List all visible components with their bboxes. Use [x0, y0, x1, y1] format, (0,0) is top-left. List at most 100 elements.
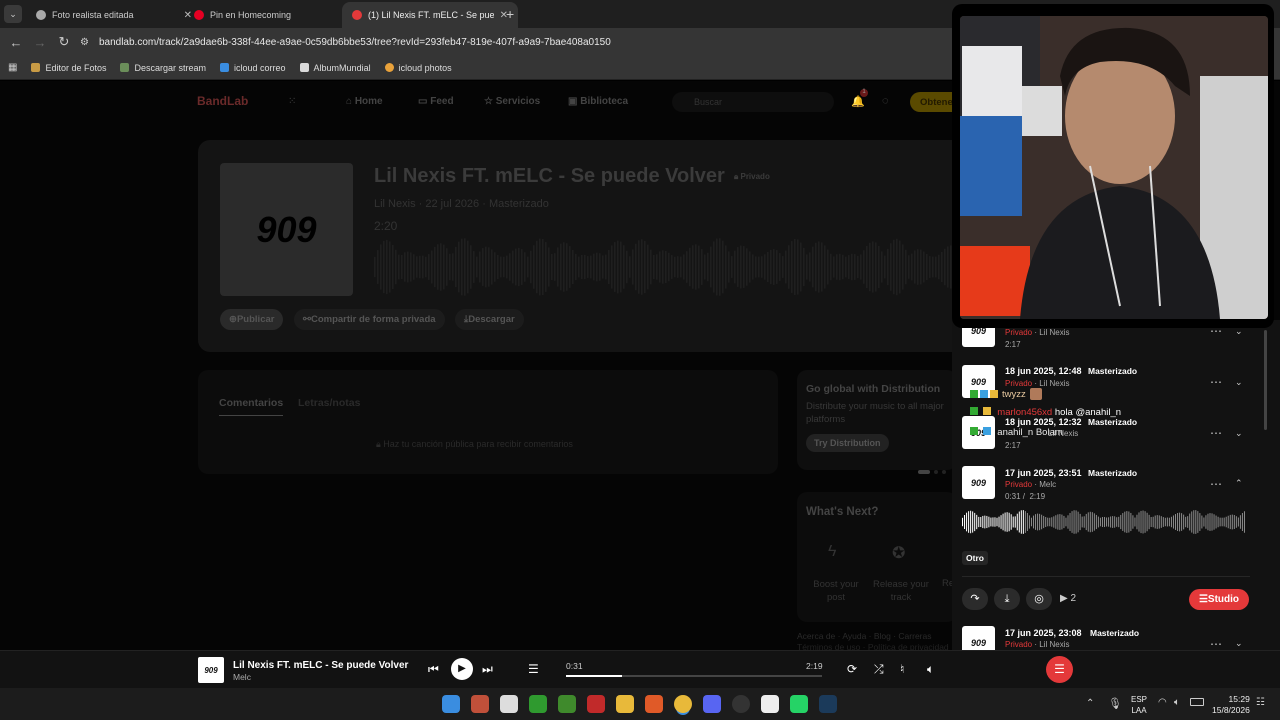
- carousel-dots[interactable]: [918, 470, 954, 474]
- new-tab-button[interactable]: +: [506, 6, 514, 22]
- file-explorer-icon[interactable]: [616, 695, 634, 713]
- notifications-center-icon[interactable]: ☷: [1256, 697, 1265, 708]
- share-private-button[interactable]: ⚯ Compartir de forma privada: [294, 309, 445, 330]
- download-version-button[interactable]: ⤓: [994, 588, 1020, 610]
- bookmark-2[interactable]: icloud correo: [220, 63, 286, 73]
- nav-feed[interactable]: ▭ Feed: [418, 96, 454, 107]
- site-info-icon[interactable]: ⚙: [80, 37, 89, 48]
- version-waveform[interactable]: [962, 510, 1246, 534]
- more-options-icon[interactable]: ⋯: [1210, 375, 1223, 389]
- nav-biblioteca[interactable]: ▣ Biblioteca: [568, 96, 628, 107]
- whats-next-item-0[interactable]: Boost your post: [810, 578, 862, 604]
- chevron-down-icon[interactable]: ⌄: [1235, 428, 1243, 439]
- publish-button[interactable]: ⊕ Publicar: [220, 309, 284, 330]
- brave-icon[interactable]: [645, 695, 663, 713]
- waveform-bar: [707, 252, 709, 282]
- tab-list-button[interactable]: ⌄: [4, 5, 22, 23]
- seek-bar[interactable]: [566, 675, 822, 677]
- back-icon[interactable]: ←: [4, 35, 28, 50]
- shuffle-icon[interactable]: ⤮: [874, 662, 884, 677]
- chevron-down-icon[interactable]: ⌄: [1235, 377, 1243, 388]
- bookmark-3[interactable]: AlbumMundial: [299, 63, 371, 73]
- more-options-icon[interactable]: ⋯: [1210, 637, 1223, 651]
- wifi-icon[interactable]: ◠: [1158, 697, 1167, 708]
- obs-icon[interactable]: [732, 695, 750, 713]
- xbox-icon[interactable]: [529, 695, 547, 713]
- bandlab-logo[interactable]: BandLab: [197, 94, 248, 108]
- try-distribution-button[interactable]: Try Distribution: [806, 434, 889, 452]
- waveform-bar: [994, 517, 996, 527]
- player-thumb[interactable]: 909: [198, 657, 224, 683]
- version-thumb[interactable]: 909: [962, 466, 995, 499]
- clock[interactable]: 15:29 15/8/2026: [1212, 694, 1250, 716]
- next-icon[interactable]: ⏭: [482, 662, 493, 677]
- footer-links-2[interactable]: Términos de uso · Política de privacidad: [797, 642, 952, 650]
- browser-tab-0[interactable]: Foto realista editada ✕: [26, 2, 202, 28]
- dot: [918, 470, 930, 474]
- whats-next-item-1[interactable]: Release your track: [870, 578, 932, 604]
- browser-tab-2[interactable]: (1) Lil Nexis FT. mELC - Se pued ✕: [342, 2, 518, 28]
- discord-icon[interactable]: [703, 695, 721, 713]
- play-pause-button[interactable]: ▶: [451, 658, 473, 680]
- windows-start-icon[interactable]: [442, 695, 460, 713]
- whatsapp-icon[interactable]: [790, 695, 808, 713]
- waveform-bar: [638, 240, 640, 294]
- player-title[interactable]: Lil Nexis FT. mELC - Se puede Volver: [233, 660, 408, 671]
- bookmark-4[interactable]: icloud photos: [384, 63, 452, 73]
- forward-icon[interactable]: →: [28, 35, 52, 50]
- tray-chevron-icon[interactable]: ⌃: [1086, 698, 1094, 709]
- queue-icon[interactable]: ☰: [528, 662, 539, 676]
- microphone-icon[interactable]: 🎙︎: [1108, 697, 1122, 710]
- track-waveform[interactable]: [374, 238, 974, 296]
- waveform-bar: [752, 254, 754, 280]
- previous-icon[interactable]: ⏮: [428, 662, 439, 677]
- apps-icon[interactable]: [471, 695, 489, 713]
- search-input[interactable]: Buscar: [672, 92, 834, 112]
- battery-icon[interactable]: [1190, 698, 1204, 706]
- panel-scrollbar[interactable]: [1264, 330, 1267, 430]
- chevron-down-icon[interactable]: ⌄: [1235, 638, 1243, 649]
- nav-home[interactable]: ⌂ Home: [346, 96, 383, 107]
- waveform-bar: [650, 249, 652, 285]
- language-indicator[interactable]: ESP LAA: [1131, 694, 1147, 716]
- repeat-icon[interactable]: ⟳: [847, 662, 857, 676]
- nav-servicios[interactable]: ☆ Servicios: [484, 96, 540, 107]
- apps-icon[interactable]: ▦: [8, 62, 17, 73]
- apps-grid-icon[interactable]: ⁙: [288, 96, 296, 107]
- bookmark-1[interactable]: Descargar stream: [120, 63, 206, 73]
- player-artist[interactable]: Melc: [233, 672, 251, 682]
- speaker-icon[interactable]: 🔈︎: [1174, 697, 1180, 708]
- browser-tab-1[interactable]: Pin en Homecoming ✕: [184, 2, 360, 28]
- chrome-icon[interactable]: [674, 695, 692, 713]
- footer-links[interactable]: Acerca de · Ayuda · Blog · Carreras: [797, 631, 932, 641]
- waveform-bar: [656, 254, 658, 280]
- open-studio-button[interactable]: ☰ Studio: [1189, 589, 1249, 610]
- more-options-icon[interactable]: ⋯: [1210, 426, 1223, 440]
- download-button[interactable]: ⤓ Descargar: [455, 309, 524, 330]
- url-field[interactable]: bandlab.com/track/2a9dae6b-338f-44ee-a9a…: [99, 37, 611, 48]
- waveform-bar: [614, 242, 616, 292]
- master-button[interactable]: ◎: [1026, 588, 1052, 610]
- menu-fab-button[interactable]: ☰: [1046, 656, 1073, 683]
- version-artist: Lil Nexis: [1039, 640, 1070, 649]
- capcut-icon[interactable]: [761, 695, 779, 713]
- chevron-up-icon[interactable]: ⌃: [1235, 478, 1243, 489]
- reload-icon[interactable]: ↻: [52, 34, 76, 50]
- minecraft-icon[interactable]: [558, 695, 576, 713]
- tab-lyrics[interactable]: Letras/notas: [298, 397, 360, 409]
- more-options-icon[interactable]: ⋯: [1210, 477, 1223, 491]
- tab-comments[interactable]: Comentarios: [219, 397, 284, 416]
- waveform-bar: [854, 254, 856, 280]
- track-cover[interactable]: 909: [220, 163, 353, 296]
- messages-icon[interactable]: ◌: [882, 95, 889, 107]
- waveform-bar: [917, 249, 919, 285]
- volume-icon[interactable]: 🔈︎: [927, 662, 934, 677]
- waveform-bar: [1201, 515, 1203, 529]
- steam-icon[interactable]: [819, 695, 837, 713]
- store-icon[interactable]: [500, 695, 518, 713]
- app-icon[interactable]: [587, 695, 605, 713]
- tag-chip[interactable]: Otro: [962, 551, 988, 565]
- share-version-button[interactable]: ↷: [962, 588, 988, 610]
- bookmark-0[interactable]: Editor de Fotos: [31, 63, 106, 73]
- crossfade-icon[interactable]: ♮: [900, 662, 904, 676]
